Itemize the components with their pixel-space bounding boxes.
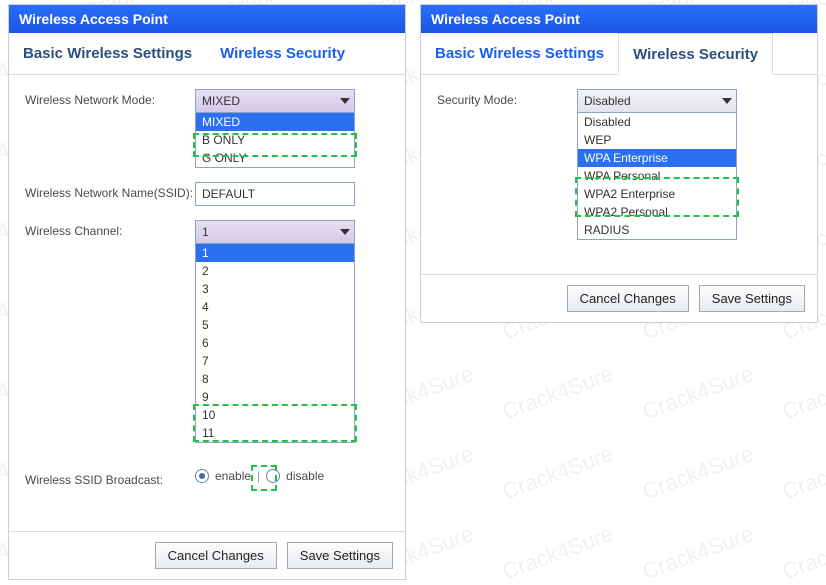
tab-basic-settings[interactable]: Basic Wireless Settings: [9, 33, 206, 74]
option[interactable]: MIXED: [196, 113, 354, 131]
radio-disable-label: disable: [286, 469, 324, 483]
network-mode-select[interactable]: MIXED MIXEDB ONLYG ONLY: [195, 89, 355, 168]
panel-title: Wireless Access Point: [9, 5, 405, 33]
panel-basic-settings: Wireless Access Point Basic Wireless Set…: [8, 4, 406, 580]
tab-wireless-security[interactable]: Wireless Security: [206, 33, 359, 74]
security-mode-options[interactable]: DisabledWEPWPA EnterpriseWPA PersonalWPA…: [577, 113, 737, 240]
content-basic: Wireless Network Mode: MIXED MIXEDB ONLY…: [9, 75, 405, 531]
ssid-value[interactable]: DEFAULT: [195, 182, 355, 206]
option[interactable]: 9: [196, 388, 354, 406]
save-button[interactable]: Save Settings: [287, 542, 393, 569]
security-mode-select[interactable]: Disabled DisabledWEPWPA EnterpriseWPA Pe…: [577, 89, 737, 240]
option[interactable]: 7: [196, 352, 354, 370]
option[interactable]: WPA2 Enterprise: [578, 185, 736, 203]
option[interactable]: 5: [196, 316, 354, 334]
radio-enable[interactable]: [195, 469, 209, 483]
channel-options[interactable]: 1234567891011: [195, 244, 355, 443]
label-network-mode: Wireless Network Mode:: [25, 89, 195, 107]
radio-disable[interactable]: [266, 469, 280, 483]
chevron-down-icon: [722, 98, 732, 104]
option[interactable]: 4: [196, 298, 354, 316]
radio-enable-label: enable: [215, 469, 251, 483]
tab-basic-settings[interactable]: Basic Wireless Settings: [421, 33, 618, 74]
option[interactable]: WEP: [578, 131, 736, 149]
label-broadcast: Wireless SSID Broadcast:: [25, 469, 195, 487]
button-bar: Cancel Changes Save Settings: [9, 531, 405, 579]
content-security: Security Mode: Disabled DisabledWEPWPA E…: [421, 75, 817, 274]
option[interactable]: 1: [196, 244, 354, 262]
panel-title: Wireless Access Point: [421, 5, 817, 33]
option[interactable]: 6: [196, 334, 354, 352]
option[interactable]: B ONLY: [196, 131, 354, 149]
tabs: Basic Wireless Settings Wireless Securit…: [9, 33, 405, 75]
save-button[interactable]: Save Settings: [699, 285, 805, 312]
channel-selected: 1: [202, 225, 209, 239]
label-security-mode: Security Mode:: [437, 89, 577, 107]
option[interactable]: Disabled: [578, 113, 736, 131]
option[interactable]: WPA Personal: [578, 167, 736, 185]
network-mode-options[interactable]: MIXEDB ONLYG ONLY: [195, 113, 355, 168]
option[interactable]: 2: [196, 262, 354, 280]
channel-select[interactable]: 1 1234567891011: [195, 220, 355, 443]
panel-wireless-security: Wireless Access Point Basic Wireless Set…: [420, 4, 818, 323]
chevron-down-icon: [340, 98, 350, 104]
option[interactable]: RADIUS: [578, 221, 736, 239]
label-channel: Wireless Channel:: [25, 220, 195, 238]
label-ssid: Wireless Network Name(SSID):: [25, 182, 195, 200]
broadcast-radio-group: enable | disable: [195, 469, 324, 483]
chevron-down-icon: [340, 229, 350, 235]
cancel-button[interactable]: Cancel Changes: [567, 285, 689, 312]
option[interactable]: 11: [196, 424, 354, 442]
network-mode-selected: MIXED: [202, 94, 240, 108]
cancel-button[interactable]: Cancel Changes: [155, 542, 277, 569]
option[interactable]: G ONLY: [196, 149, 354, 167]
option[interactable]: 10: [196, 406, 354, 424]
button-bar: Cancel Changes Save Settings: [421, 274, 817, 322]
option[interactable]: WPA Enterprise: [578, 149, 736, 167]
tab-wireless-security[interactable]: Wireless Security: [618, 33, 773, 75]
tabs: Basic Wireless Settings Wireless Securit…: [421, 33, 817, 75]
option[interactable]: 3: [196, 280, 354, 298]
security-mode-selected: Disabled: [584, 94, 631, 108]
option[interactable]: 8: [196, 370, 354, 388]
option[interactable]: WPA2 Personal: [578, 203, 736, 221]
ssid-input[interactable]: DEFAULT: [195, 182, 355, 206]
